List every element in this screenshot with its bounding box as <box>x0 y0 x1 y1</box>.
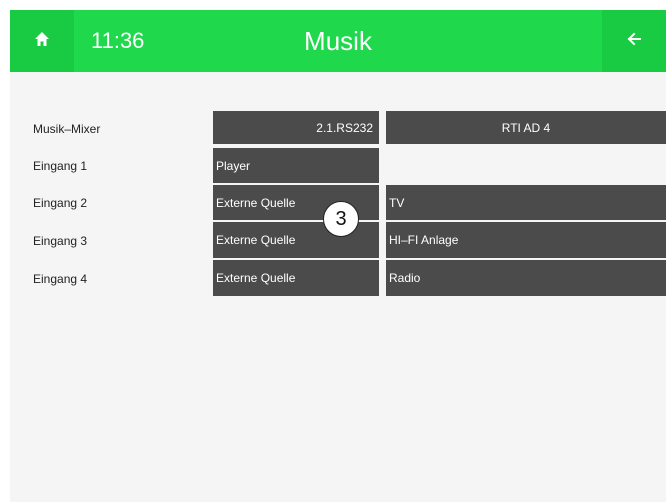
mixer-label: Musik–Mixer <box>33 122 101 136</box>
arrow-left-icon <box>626 31 642 52</box>
input-3-col2-value[interactable]: HI–FI Anlage <box>386 222 666 258</box>
input-2-col2-value[interactable]: TV <box>386 185 666 220</box>
row-label-eingang-3: Eingang 3 <box>33 234 88 248</box>
row-label-eingang-2: Eingang 2 <box>33 196 88 210</box>
callout-badge: 3 <box>323 201 359 237</box>
header-bar: 11:36 Musik <box>10 10 666 72</box>
back-button[interactable] <box>602 10 666 72</box>
column-header-rti[interactable]: RTI AD 4 <box>386 111 666 144</box>
app-screen: 11:36 Musik Musik–Mixer 2.1.RS232 RTI AD… <box>10 10 666 502</box>
input-1-col1-value[interactable]: Player <box>213 148 379 183</box>
input-4-col1-value[interactable]: Externe Quelle <box>213 260 379 296</box>
row-label-eingang-1: Eingang 1 <box>33 159 88 173</box>
row-label-eingang-4: Eingang 4 <box>33 272 88 286</box>
column-header-rs232[interactable]: 2.1.RS232 <box>213 111 379 144</box>
input-4-col2-value[interactable]: Radio <box>386 260 666 296</box>
page-title: Musik <box>304 26 372 56</box>
